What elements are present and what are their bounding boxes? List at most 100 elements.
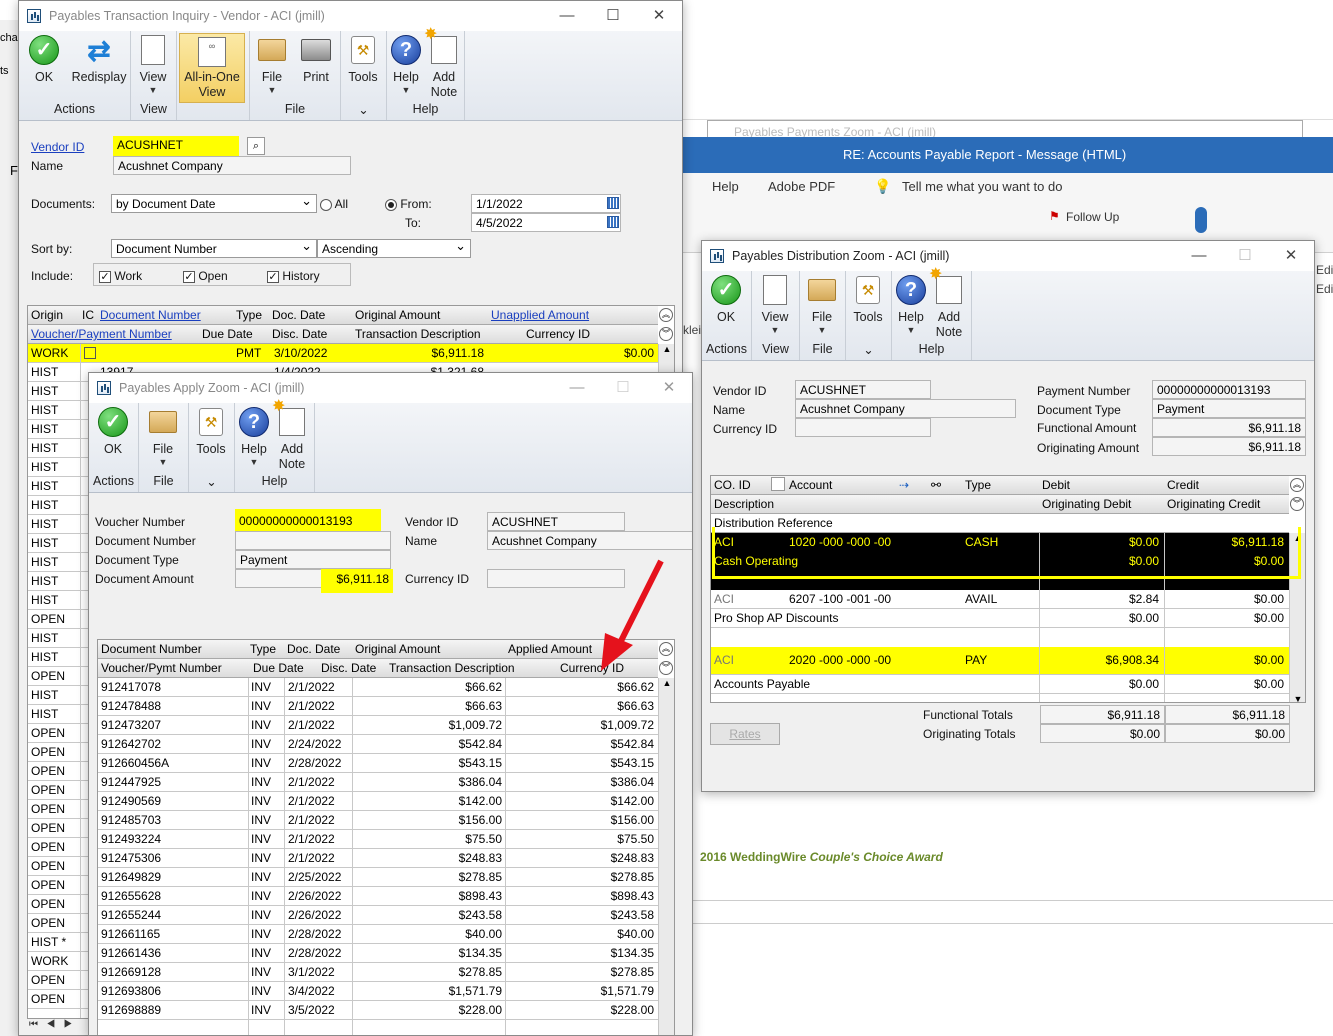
view-button[interactable]: View ▼ [752, 271, 798, 342]
apply-scrollbar[interactable]: ▲ [658, 678, 674, 1035]
collapse-icon[interactable]: ︽ [659, 308, 673, 322]
vendor-id-link[interactable]: Vendor ID [31, 140, 84, 154]
account-expand-icon[interactable]: ⇢ [899, 478, 909, 492]
tools-group-expander[interactable]: ⌄ [189, 474, 234, 492]
table-row[interactable]: 912661165 INV 2/28/2022 $40.00 $40.00 [98, 925, 658, 944]
document-number-sort[interactable]: Document Number [100, 308, 201, 322]
close-icon[interactable]: ✕ [646, 373, 692, 403]
table-row[interactable]: 912655628 INV 2/26/2022 $898.43 $898.43 [98, 887, 658, 906]
rates-button[interactable]: Rates [710, 723, 780, 745]
menu-help[interactable]: Help [712, 179, 739, 194]
print-button[interactable]: Print [294, 31, 338, 102]
next-record-icon[interactable]: ▶ [64, 1019, 73, 1030]
dist-row-avail[interactable]: ACI 6207 -100 -001 -00 AVAIL $2.84 $0.00… [711, 590, 1289, 647]
view-button[interactable]: View ▼ [131, 31, 175, 102]
checkbox[interactable]: ✓ [183, 270, 195, 283]
ic-checkbox[interactable] [84, 347, 96, 359]
prev-record-icon[interactable]: ◀ [46, 1019, 55, 1030]
table-row[interactable]: 912493224 INV 2/1/2022 $75.50 $75.50 [98, 830, 658, 849]
table-row[interactable]: 912478488 INV 2/1/2022 $66.63 $66.63 [98, 697, 658, 716]
maximize-icon[interactable]: ☐ [600, 373, 646, 403]
table-row[interactable]: 912661436 INV 2/28/2022 $134.35 $134.35 [98, 944, 658, 963]
add-note-button[interactable]: AddNote [424, 27, 463, 102]
menu-adobe-pdf[interactable]: Adobe PDF [768, 179, 835, 194]
to-date-field[interactable]: 4/5/2022 [471, 213, 621, 232]
vendor-id-field[interactable]: ACUSHNET [113, 136, 239, 157]
maximize-icon[interactable]: ☐ [590, 1, 636, 31]
table-row[interactable]: 912698889 INV 3/5/2022 $228.00 $228.00 [98, 1001, 658, 1020]
work-row[interactable]: WORK PMT 3/10/2022 $6,911.18 $0.00 [28, 344, 658, 363]
table-row[interactable]: 912447925 INV 2/1/2022 $386.04 $386.04 [98, 773, 658, 792]
help-button[interactable]: ? Help ▼ [235, 403, 273, 474]
all-in-one-view-button[interactable]: ∞ All-in-One View [179, 33, 245, 103]
file-button[interactable]: File ▼ [800, 271, 844, 342]
expand-icon[interactable]: ︾ [659, 327, 673, 341]
unapplied-amount-link[interactable]: Unapplied Amount [491, 308, 589, 322]
sort-by-select[interactable]: Document Number [111, 238, 317, 258]
sort-order-select[interactable]: Ascending [317, 238, 471, 258]
tell-me-box[interactable]: Tell me what you want to do [902, 179, 1062, 194]
tools-group-expander[interactable]: ⌄ [846, 342, 891, 360]
tools-button[interactable]: ⚒ Tools [341, 31, 385, 102]
documents-select[interactable]: by Document Date [111, 193, 317, 213]
collapse-icon[interactable]: ︽ [1290, 478, 1304, 492]
table-row[interactable]: 912649829 INV 2/25/2022 $278.85 $278.85 [98, 868, 658, 887]
close-icon[interactable]: ✕ [1268, 241, 1314, 271]
voucher-number-sort[interactable]: Voucher/Payment Number [31, 327, 172, 341]
cell-type: INV [251, 984, 272, 998]
currency-id-label: Currency ID [405, 572, 470, 586]
table-row[interactable]: 912475306 INV 2/1/2022 $248.83 $248.83 [98, 849, 658, 868]
expand-icon[interactable]: ︾ [1290, 497, 1304, 511]
ok-button[interactable]: ✓ OK [89, 403, 137, 474]
close-icon[interactable]: ✕ [636, 1, 682, 31]
table-row[interactable]: 912417078 INV 2/1/2022 $66.62 $66.62 [98, 678, 658, 697]
maximize-icon[interactable]: ☐ [1222, 241, 1268, 271]
table-row[interactable]: 912660456A INV 2/28/2022 $543.15 $543.15 [98, 754, 658, 773]
tools-group-expander[interactable]: ⌄ [341, 102, 386, 120]
table-row[interactable]: 912642702 INV 2/24/2022 $542.84 $542.84 [98, 735, 658, 754]
table-row[interactable]: 912473207 INV 2/1/2022 $1,009.72 $1,009.72 [98, 716, 658, 735]
cell-applied: $66.62 [617, 680, 654, 694]
table-row[interactable]: 912693806 INV 3/4/2022 $1,571.79 $1,571.79 [98, 982, 658, 1001]
scroll-up-icon[interactable]: ▲ [659, 678, 674, 688]
table-row[interactable]: 912490569 INV 2/1/2022 $142.00 $142.00 [98, 792, 658, 811]
from-radio-option[interactable]: From: [385, 197, 432, 211]
ok-button[interactable]: ✓ OK [19, 31, 69, 102]
origin-cell: OPEN [31, 726, 66, 740]
checkbox[interactable]: ✓ [267, 270, 279, 283]
minimize-icon[interactable]: — [1176, 241, 1222, 271]
file-button[interactable]: File ▼ [250, 31, 294, 102]
help-button[interactable]: ? Help ▼ [387, 31, 425, 102]
follow-up-button[interactable]: Follow Up [1066, 210, 1119, 224]
link-icon[interactable]: ⚯ [931, 478, 941, 492]
calendar-icon[interactable] [607, 197, 619, 209]
account-lookup-icon[interactable] [771, 477, 785, 491]
include-history-checkbox[interactable]: ✓ History [267, 269, 320, 283]
all-radio-option[interactable]: All [320, 197, 348, 211]
table-row[interactable]: 912485703 INV 2/1/2022 $156.00 $156.00 [98, 811, 658, 830]
minimize-icon[interactable]: — [554, 373, 600, 403]
first-record-icon[interactable]: ⏮ [29, 1019, 38, 1030]
minimize-icon[interactable]: — [544, 1, 590, 31]
include-work-checkbox[interactable]: ✓ Work [99, 269, 142, 283]
dist-row-pay[interactable]: ACI 2020 -000 -000 -00 PAY $6,908.34 $0.… [711, 647, 1289, 702]
table-row[interactable]: 912655244 INV 2/26/2022 $243.58 $243.58 [98, 906, 658, 925]
table-row[interactable]: 912669128 INV 3/1/2022 $278.85 $278.85 [98, 963, 658, 982]
lookup-icon[interactable]: ⌕ [247, 137, 265, 155]
scroll-up-icon[interactable]: ▲ [659, 344, 674, 354]
add-note-button[interactable]: AddNote [272, 399, 311, 474]
all-radio[interactable] [320, 198, 332, 211]
redisplay-button[interactable]: ⇄ Redisplay [69, 31, 129, 102]
checkbox[interactable]: ✓ [99, 270, 111, 283]
calendar-icon[interactable] [607, 216, 619, 228]
include-open-checkbox[interactable]: ✓ Open [183, 269, 228, 283]
help-button[interactable]: ? Help ▼ [892, 271, 930, 342]
scroll-down-icon[interactable]: ▼ [1290, 694, 1305, 702]
file-button[interactable]: File ▼ [139, 403, 187, 474]
from-date-field[interactable]: 1/1/2022 [471, 194, 621, 213]
ok-button[interactable]: ✓ OK [702, 271, 750, 342]
from-radio[interactable] [385, 198, 397, 211]
tools-button[interactable]: ⚒ Tools [846, 271, 890, 342]
tools-button[interactable]: ⚒ Tools [189, 403, 233, 474]
add-note-button[interactable]: AddNote [929, 267, 968, 342]
